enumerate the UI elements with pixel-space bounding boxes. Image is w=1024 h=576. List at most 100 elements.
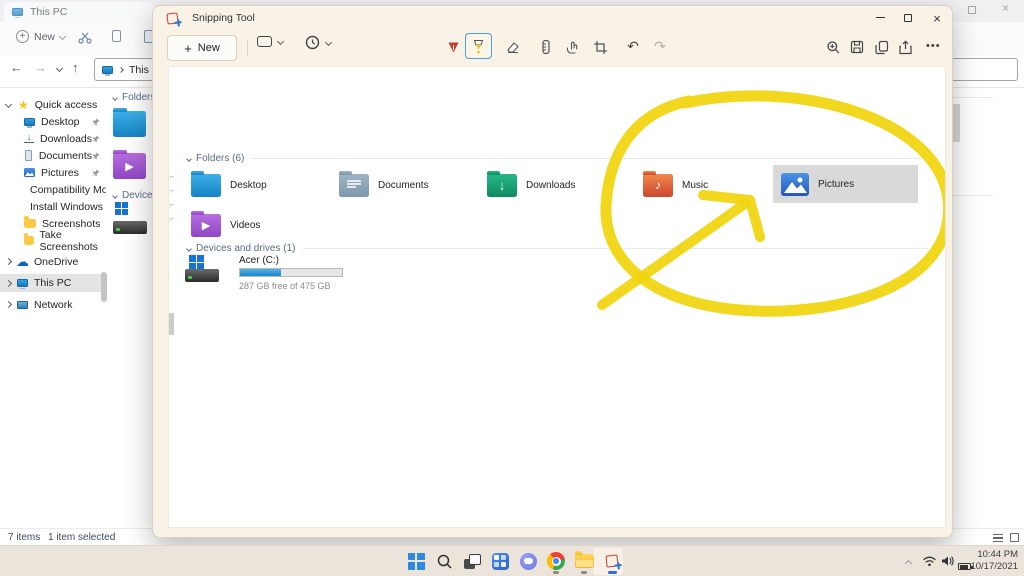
chevron-down-icon bbox=[112, 95, 118, 101]
volume-icon[interactable] bbox=[940, 555, 954, 567]
group-header-rule bbox=[303, 248, 929, 249]
sidebar-item-install-windows-11[interactable]: Install Windows 11 bbox=[0, 198, 106, 215]
sidebar-item-label: Documents bbox=[39, 150, 92, 162]
minimize-button[interactable] bbox=[866, 9, 894, 27]
desktop-icon bbox=[24, 118, 35, 126]
eraser-tool[interactable] bbox=[501, 35, 525, 59]
thumbnail-view-icon[interactable] bbox=[1010, 533, 1019, 542]
chevron-right-icon bbox=[118, 67, 124, 73]
sidebar-item-compatibility-mode[interactable]: Compatibility Mode bbox=[0, 181, 106, 198]
ballpoint-pen-tool[interactable] bbox=[441, 35, 465, 59]
this-pc-icon bbox=[12, 8, 23, 16]
ruler-tool[interactable] bbox=[534, 35, 558, 59]
sidebar-item-network[interactable]: Network bbox=[0, 296, 106, 313]
sidebar-item-this-pc[interactable]: This PC bbox=[0, 274, 106, 292]
explorer-restore-button[interactable] bbox=[968, 6, 976, 14]
widgets-icon[interactable] bbox=[488, 549, 512, 573]
chat-icon[interactable] bbox=[516, 549, 540, 573]
plus-icon: + bbox=[184, 43, 192, 54]
wifi-icon[interactable] bbox=[922, 555, 937, 567]
group-header-rule bbox=[252, 158, 929, 159]
sidebar-item-desktop[interactable]: Desktop bbox=[0, 113, 106, 130]
status-items-count: 7 items bbox=[8, 532, 40, 543]
zoom-button[interactable] bbox=[821, 35, 845, 59]
chrome-icon[interactable] bbox=[544, 549, 568, 573]
explorer-running-indicator bbox=[581, 571, 587, 574]
undo-button[interactable]: ↶ bbox=[621, 34, 645, 58]
folder-tile-documents[interactable]: Documents bbox=[333, 167, 475, 203]
close-button[interactable]: × bbox=[922, 11, 952, 26]
folder-tile-pictures-selected[interactable]: Pictures bbox=[773, 165, 918, 203]
snip-timer-button[interactable] bbox=[305, 35, 331, 50]
clock-time: 10:44 PM bbox=[966, 549, 1018, 561]
tab-title: This PC bbox=[30, 6, 67, 18]
list-view-icon[interactable] bbox=[993, 534, 1003, 542]
window-title: Snipping Tool bbox=[192, 12, 255, 24]
tile-label: Documents bbox=[378, 180, 429, 191]
crop-tool[interactable] bbox=[588, 35, 612, 59]
snip-mode-rectangle-button[interactable] bbox=[257, 36, 283, 47]
task-view-icon[interactable] bbox=[460, 549, 484, 573]
up-button[interactable]: ↑ bbox=[72, 60, 79, 75]
devices-group-header[interactable]: Devices and drives (1) bbox=[187, 243, 929, 254]
documents-folder-icon bbox=[339, 174, 369, 197]
chevron-down-icon bbox=[325, 39, 332, 46]
taskbar-search-icon[interactable] bbox=[432, 549, 456, 573]
start-button[interactable] bbox=[404, 549, 428, 573]
snip-new-button[interactable]: + New bbox=[167, 35, 237, 61]
forward-button[interactable]: → bbox=[34, 60, 47, 75]
pin-icon bbox=[92, 169, 100, 177]
sidebar-item-label: Desktop bbox=[41, 116, 80, 128]
sidebar-item-take-screenshots[interactable]: Take Screenshots bbox=[0, 232, 106, 249]
drive-name: Acer (C:) bbox=[239, 255, 279, 266]
sidebar-item-label: Compatibility Mode bbox=[30, 184, 106, 196]
folder-tile-desktop[interactable]: Desktop bbox=[185, 167, 327, 203]
touch-writing-tool[interactable] bbox=[561, 35, 585, 59]
redo-button[interactable]: ↷ bbox=[648, 34, 672, 58]
copy-icon[interactable] bbox=[112, 30, 121, 42]
tray-clock[interactable]: 10:44 PM 10/17/2021 bbox=[966, 549, 1018, 572]
sidebar-item-pictures[interactable]: Pictures bbox=[0, 164, 106, 181]
sidebar-item-onedrive[interactable]: ☁ OneDrive bbox=[0, 253, 106, 270]
videos-folder-icon: ▶ bbox=[113, 153, 146, 179]
drive-tile-acer-c[interactable] bbox=[113, 202, 149, 234]
sidebar: ★ Quick access Desktop ↓ Downloads Docum… bbox=[0, 88, 106, 528]
sidebar-item-quick-access[interactable]: ★ Quick access bbox=[0, 96, 106, 113]
chevron-right-icon bbox=[5, 279, 12, 286]
recent-locations-chevron[interactable] bbox=[56, 65, 63, 72]
folder-tile-music[interactable]: ♪ Music bbox=[637, 167, 767, 203]
sidebar-item-label: OneDrive bbox=[34, 256, 78, 268]
chevron-down-icon bbox=[277, 38, 284, 45]
explorer-tab[interactable]: This PC bbox=[4, 2, 154, 22]
sidebar-item-documents[interactable]: Documents bbox=[0, 147, 106, 164]
copy-button[interactable] bbox=[870, 35, 894, 59]
share-button[interactable] bbox=[893, 35, 917, 59]
new-menu-button[interactable]: + New bbox=[16, 30, 65, 43]
search-input[interactable] bbox=[946, 58, 1018, 81]
sidebar-item-label: Quick access bbox=[35, 99, 97, 111]
cut-icon[interactable] bbox=[78, 31, 92, 44]
highlighter-tool-selected[interactable] bbox=[465, 33, 492, 59]
maximize-button[interactable] bbox=[894, 9, 922, 27]
explorer-close-button[interactable]: × bbox=[1002, 1, 1009, 15]
folders-group-header[interactable]: Folders (6) bbox=[187, 153, 929, 164]
snipping-toolbar: + New bbox=[153, 30, 952, 66]
rectangle-select-icon bbox=[257, 36, 272, 47]
folder-tile-videos[interactable]: ▶ Videos bbox=[185, 207, 327, 243]
sidebar-item-downloads[interactable]: ↓ Downloads bbox=[0, 130, 106, 147]
snipping-titlebar[interactable]: Snipping Tool × bbox=[153, 6, 952, 30]
folder-tile-downloads[interactable]: ↓ Downloads bbox=[481, 167, 623, 203]
group-header-label: Devices and drives (1) bbox=[196, 243, 295, 254]
save-button[interactable] bbox=[845, 35, 869, 59]
snipping-tool-taskbar-icon[interactable] bbox=[600, 549, 624, 573]
folder-icon bbox=[24, 236, 34, 245]
desktop-folder-icon bbox=[113, 111, 146, 137]
more-options-button[interactable]: ••• bbox=[926, 40, 941, 52]
back-button[interactable]: ← bbox=[10, 60, 23, 75]
file-explorer-taskbar-icon[interactable] bbox=[572, 549, 596, 573]
sidebar-scrollbar[interactable] bbox=[101, 272, 107, 302]
drive-tile-acer-c[interactable]: Acer (C:) 287 GB free of 475 GB bbox=[185, 255, 485, 297]
snipping-tool-window: Snipping Tool × + New bbox=[152, 5, 953, 538]
snipping-tool-logo-icon bbox=[166, 12, 178, 24]
drive-usage-fill bbox=[240, 269, 281, 276]
